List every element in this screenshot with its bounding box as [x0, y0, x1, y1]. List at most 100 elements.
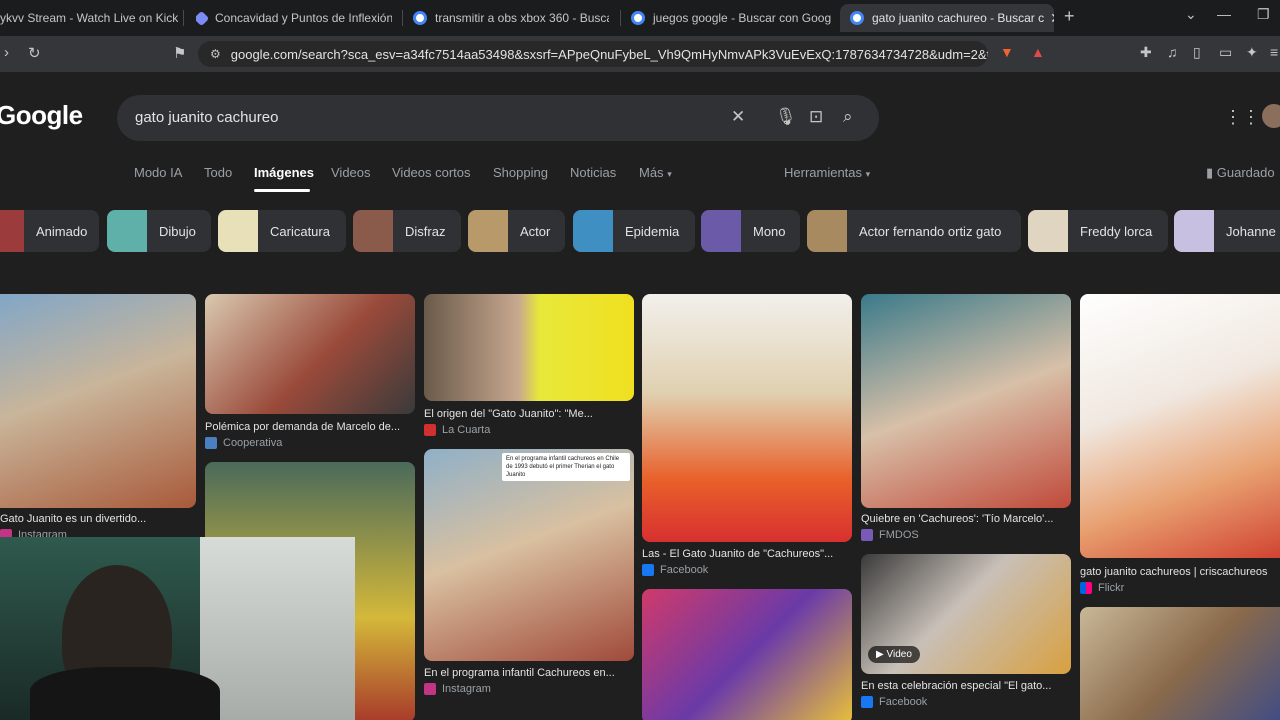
tab-modo-ia[interactable]: Modo IA [134, 165, 182, 180]
chip-johanne[interactable]: Johanne [1174, 210, 1280, 252]
saved-button[interactable]: ▮ Guardado [1206, 165, 1275, 181]
video-label: Video [886, 649, 912, 660]
tools-label: Herramientas [784, 165, 863, 180]
result-image-7[interactable] [642, 589, 852, 720]
result-caption-9[interactable]: En esta celebración especial "El gato... [861, 680, 1071, 692]
source-label: Cooperativa [223, 437, 283, 449]
search-icon[interactable]: ⌕ [843, 107, 853, 127]
tab-videos-cortos[interactable]: Videos cortos [392, 165, 471, 180]
result-caption-6[interactable]: Las - El Gato Juanito de "Cachureos"... [642, 548, 852, 560]
chip-actor[interactable]: Actor [468, 210, 565, 252]
result-image-1[interactable] [0, 294, 196, 508]
result-source-6[interactable]: Facebook [642, 564, 708, 576]
tab-transmitir[interactable]: transmitir a obs xbox 360 - Buscar co [413, 4, 609, 32]
result-source-4[interactable]: La Cuarta [424, 424, 490, 436]
tab-videos[interactable]: Videos [331, 165, 371, 180]
tab-kick[interactable]: ykvv Stream - Watch Live on Kick [0, 4, 180, 32]
site-info-icon[interactable]: ⚙ [210, 47, 221, 61]
chip-freddy-lorca[interactable]: Freddy lorca [1028, 210, 1168, 252]
address-bar[interactable]: ⚙ google.com/search?sca_esv=a34fc7514aa5… [198, 41, 988, 67]
close-tab-icon[interactable]: ✕ [1044, 10, 1054, 27]
chip-thumbnail [218, 210, 258, 252]
bookmark-icon[interactable]: ⚑ [173, 44, 186, 62]
extensions-icon[interactable]: ✚ [1140, 44, 1152, 61]
result-caption-2[interactable]: Polémica por demanda de Marcelo de... [205, 421, 415, 433]
avatar[interactable] [1262, 104, 1280, 128]
chip-animado[interactable]: Animado [0, 210, 99, 252]
tab-noticias[interactable]: Noticias [570, 165, 616, 180]
cooperativa-icon [205, 437, 217, 449]
chip-thumbnail [1174, 210, 1214, 252]
source-label: Instagram [442, 683, 491, 695]
video-badge: ▶ Video [868, 646, 920, 663]
media-icon[interactable]: ♫ [1167, 44, 1178, 60]
wallet-icon[interactable]: ▭ [1219, 44, 1232, 61]
result-caption-4[interactable]: El origen del "Gato Juanito": "Me... [424, 408, 634, 420]
chip-caricatura[interactable]: Caricatura [218, 210, 346, 252]
tab-search-icon[interactable]: ⌄ [1185, 6, 1197, 23]
forward-icon[interactable]: › [4, 44, 9, 61]
google-logo[interactable]: Google [0, 100, 83, 131]
minimize-icon[interactable]: — [1217, 6, 1231, 22]
chip-dibujo[interactable]: Dibujo [107, 210, 211, 252]
new-tab-button[interactable]: + [1064, 6, 1075, 27]
result-source-9[interactable]: Facebook [861, 696, 927, 708]
chip-thumbnail [807, 210, 847, 252]
chip-thumbnail [573, 210, 613, 252]
microphone-icon[interactable]: 🎙 [775, 107, 797, 127]
result-image-5[interactable]: En el programa infantil cachureos en Chi… [424, 449, 634, 661]
result-caption-8[interactable]: Quiebre en 'Cachureos': 'Tío Marcelo'... [861, 513, 1071, 525]
chip-thumbnail [1028, 210, 1068, 252]
clear-icon[interactable]: ✕ [731, 107, 745, 127]
lens-icon[interactable]: ⊡ [809, 107, 823, 127]
result-source-8[interactable]: FMDOS [861, 529, 919, 541]
chip-thumbnail [701, 210, 741, 252]
tab-mas[interactable]: Más ▾ [639, 165, 672, 180]
result-image-11[interactable] [1080, 607, 1280, 720]
result-source-10[interactable]: Flickr [1080, 582, 1124, 594]
brave-rewards-icon[interactable]: ▲ [1031, 44, 1045, 60]
source-label: Facebook [879, 696, 928, 708]
tab-gato-juanito[interactable]: gato juanito cachureo - Buscar c ✕ [840, 4, 1054, 32]
chip-actor-fernando-ortiz-gato[interactable]: Actor fernando ortiz gato [807, 210, 1021, 252]
sidebar-icon[interactable]: ▯ [1193, 44, 1201, 61]
result-image-4[interactable] [424, 294, 634, 401]
tools-button[interactable]: Herramientas ▾ [784, 165, 870, 180]
bookmark-icon: ▮ [1206, 165, 1214, 180]
source-label: FMDOS [879, 529, 919, 541]
result-source-5[interactable]: Instagram [424, 683, 491, 695]
result-image-6[interactable] [642, 294, 852, 542]
tab-juegos[interactable]: juegos google - Buscar con Google [631, 4, 831, 32]
chip-mono[interactable]: Mono [701, 210, 800, 252]
la-cuarta-icon [424, 424, 436, 436]
tab-todo[interactable]: Todo [204, 165, 232, 180]
tab-concavidad[interactable]: Concavidad y Puntos de Inflexión - G [196, 4, 392, 32]
chip-disfraz[interactable]: Disfraz [353, 210, 461, 252]
chip-label: Freddy lorca [1080, 223, 1153, 239]
result-image-2[interactable] [205, 294, 415, 414]
brave-shield-icon[interactable]: ▼ [1000, 44, 1014, 60]
leo-ai-icon[interactable]: ✦ [1246, 44, 1258, 61]
source-label: La Cuarta [442, 424, 491, 436]
result-caption-10[interactable]: gato juanito cachureos | criscachureos [1080, 566, 1280, 578]
chip-label: Mono [753, 223, 786, 239]
menu-icon[interactable]: ≡ [1270, 44, 1278, 60]
reload-icon[interactable]: ↻ [28, 44, 41, 62]
tab-imagenes[interactable]: Imágenes [254, 165, 314, 180]
caret-down-icon: ▾ [667, 169, 672, 179]
result-source-2[interactable]: Cooperativa [205, 437, 282, 449]
source-label: Facebook [660, 564, 709, 576]
google-icon [850, 11, 864, 25]
result-caption-1[interactable]: Gato Juanito es un divertido... [0, 513, 196, 525]
search-input[interactable]: gato juanito cachureo [135, 109, 278, 126]
result-image-8[interactable] [861, 294, 1071, 508]
google-icon [413, 11, 427, 25]
chip-epidemia[interactable]: Epidemia [573, 210, 695, 252]
result-image-10[interactable] [1080, 294, 1280, 558]
maximize-icon[interactable]: ❐ [1257, 6, 1270, 23]
tab-shopping[interactable]: Shopping [493, 165, 548, 180]
search-box[interactable]: gato juanito cachureo ✕ 🎙 ⊡ ⌕ [117, 95, 879, 141]
result-caption-5[interactable]: En el programa infantil Cachureos en... [424, 667, 634, 679]
facebook-icon [642, 564, 654, 576]
webcam-overlay [0, 537, 355, 720]
